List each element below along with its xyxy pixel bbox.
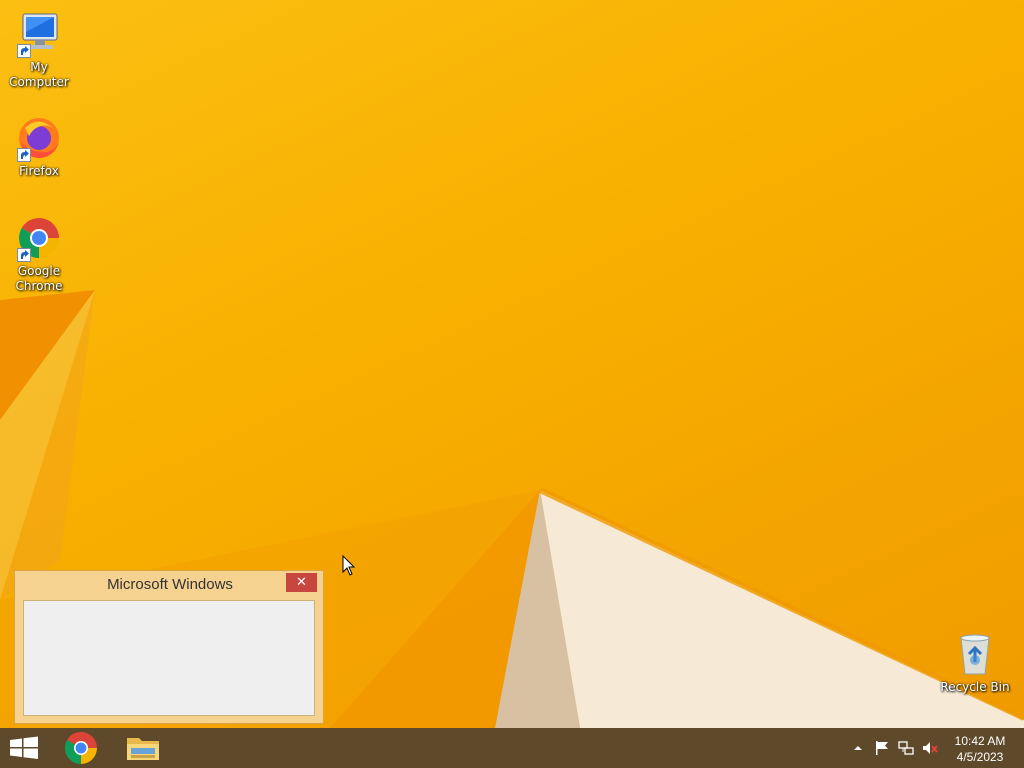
dialog-content-area <box>23 600 315 716</box>
action-center-flag-icon[interactable] <box>874 740 890 756</box>
volume-muted-icon[interactable] <box>922 740 938 756</box>
desktop-icon-google-chrome[interactable]: Google Chrome <box>0 214 78 294</box>
chrome-icon <box>64 731 98 765</box>
recycle-bin-icon <box>951 630 999 678</box>
clock-date: 4/5/2023 <box>956 750 1004 764</box>
show-hidden-icons-chevron[interactable] <box>850 740 866 756</box>
taskbar-file-explorer-button[interactable] <box>118 728 168 768</box>
computer-icon <box>15 10 63 58</box>
shortcut-arrow-icon <box>17 148 31 162</box>
desktop-icon-label: Google Chrome <box>15 264 63 293</box>
chrome-icon <box>15 214 63 262</box>
close-button[interactable]: ✕ <box>286 573 317 592</box>
firefox-icon <box>15 114 63 162</box>
windows-logo-icon <box>10 736 38 759</box>
mouse-cursor-icon <box>342 554 356 577</box>
folder-icon <box>127 738 159 760</box>
taskbar: 10:42 AM 4/5/2023 <box>0 728 1024 768</box>
microsoft-windows-dialog[interactable]: Microsoft Windows ✕ <box>14 570 324 724</box>
desktop-icon-label: My Computer <box>9 60 69 89</box>
start-button[interactable] <box>0 728 48 768</box>
dialog-title: Microsoft Windows <box>107 576 233 593</box>
taskbar-chrome-button[interactable] <box>56 728 106 768</box>
shortcut-arrow-icon <box>17 44 31 58</box>
desktop-icon-firefox[interactable]: Firefox <box>0 114 78 179</box>
desktop-icon-recycle-bin[interactable]: Recycle Bin <box>936 630 1014 695</box>
taskbar-clock[interactable]: 10:42 AM 4/5/2023 <box>944 733 1016 765</box>
desktop-icon-my-computer[interactable]: My Computer <box>0 10 78 90</box>
shortcut-arrow-icon <box>17 248 31 262</box>
clock-time: 10:42 AM <box>954 734 1006 748</box>
desktop-icon-label: Firefox <box>19 164 59 178</box>
desktop-icon-label: Recycle Bin <box>940 680 1010 694</box>
network-icon[interactable] <box>898 740 914 756</box>
